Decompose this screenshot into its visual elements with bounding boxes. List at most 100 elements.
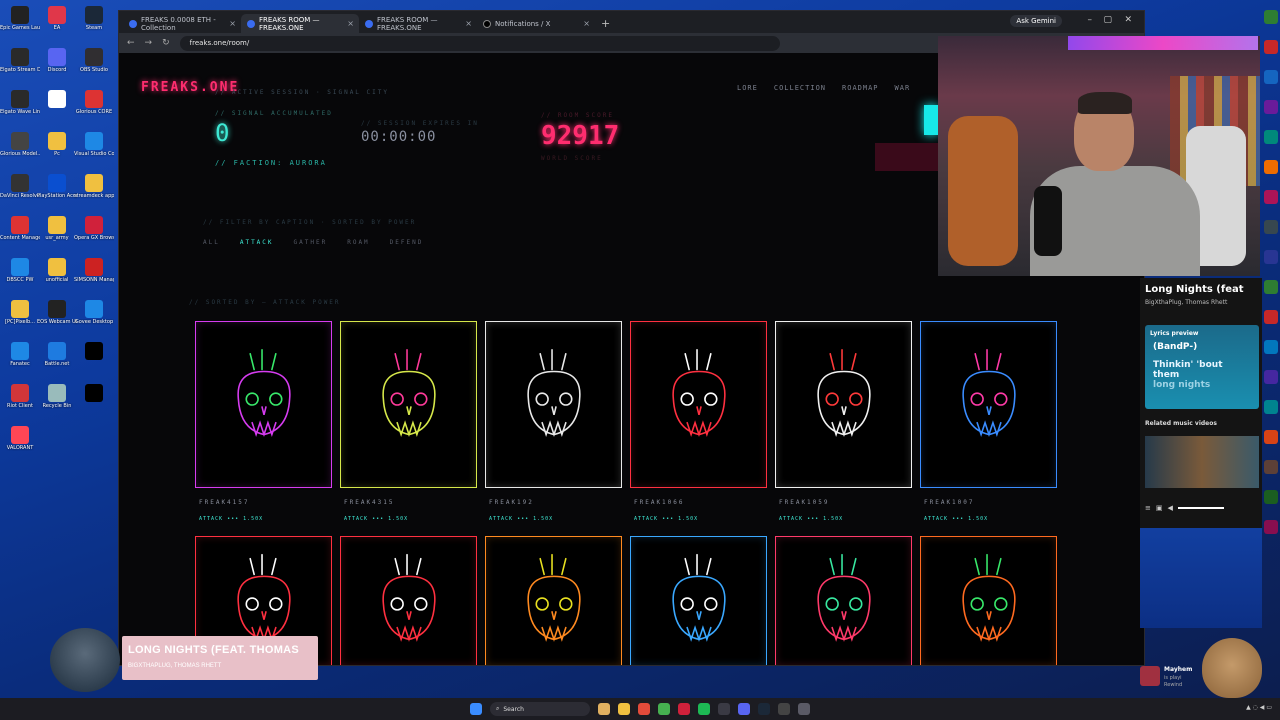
obs-icon[interactable] xyxy=(778,703,790,715)
desktop-icon[interactable]: Epic Games Launcher xyxy=(0,6,40,31)
freak-card[interactable] xyxy=(630,321,767,488)
desktop-icon[interactable]: Pc xyxy=(37,132,77,157)
filter-defend[interactable]: DEFEND xyxy=(390,239,424,246)
freak-card[interactable] xyxy=(775,536,912,665)
desktop-icon[interactable]: Govee Desktop xyxy=(74,300,114,325)
url-input[interactable]: freaks.one/room/ xyxy=(179,35,780,51)
taskbar-app-icon[interactable] xyxy=(1264,400,1278,414)
nav-war[interactable]: WAR xyxy=(895,84,911,92)
desktop-icon[interactable]: Steam xyxy=(74,6,114,31)
freak-card[interactable] xyxy=(485,321,622,488)
app-icon[interactable] xyxy=(658,703,670,715)
taskbar-app-icon[interactable] xyxy=(1264,370,1278,384)
desktop-icon[interactable]: EOS Webcam Utility Pro xyxy=(37,300,77,325)
discord-icon[interactable] xyxy=(738,703,750,715)
menu-icon[interactable]: ≡ xyxy=(1145,504,1151,512)
minimize-icon[interactable]: – xyxy=(1088,15,1093,25)
taskbar-app-icon[interactable] xyxy=(1264,520,1278,534)
start-icon[interactable] xyxy=(470,703,482,715)
desktop-icon[interactable]: Opera GX Browser xyxy=(74,216,114,241)
filter-roam[interactable]: ROAM xyxy=(347,239,369,246)
close-tab-icon[interactable]: × xyxy=(583,19,590,28)
volume-slider[interactable] xyxy=(1177,507,1224,509)
freak-card[interactable] xyxy=(340,321,477,488)
desktop-icon[interactable]: Fanatec xyxy=(0,342,40,367)
taskbar-app-icon[interactable] xyxy=(1264,190,1278,204)
close-tab-icon[interactable]: × xyxy=(347,19,354,28)
desktop-icon[interactable]: unofficial xyxy=(37,258,77,283)
taskbar-app-icon[interactable] xyxy=(1264,130,1278,144)
opera-icon[interactable] xyxy=(678,703,690,715)
desktop-icon[interactable]: Discord xyxy=(37,48,77,73)
desktop-icon[interactable]: SIMSONN Manager xyxy=(74,258,114,283)
close-window-icon[interactable]: ✕ xyxy=(1124,15,1132,25)
spotify-icon[interactable] xyxy=(698,703,710,715)
tab-notifications-x[interactable]: Notifications / X × xyxy=(477,14,595,33)
app-icon[interactable] xyxy=(798,703,810,715)
nav-lore[interactable]: LORE xyxy=(737,84,758,92)
taskbar-app-icon[interactable] xyxy=(1264,10,1278,24)
taskbar-app-icon[interactable] xyxy=(1264,280,1278,294)
freak-card[interactable] xyxy=(630,536,767,665)
reload-icon[interactable]: ↻ xyxy=(162,38,170,48)
desktop-icon[interactable]: Glorious Model... xyxy=(0,132,40,157)
desktop-icon[interactable] xyxy=(74,342,114,361)
taskbar-app-icon[interactable] xyxy=(1264,430,1278,444)
tab-freaks-room[interactable]: FREAKS ROOM — FREAKS.ONE × xyxy=(359,14,477,33)
close-tab-icon[interactable]: × xyxy=(465,19,472,28)
desktop-icon[interactable] xyxy=(74,384,114,403)
nav-collection[interactable]: COLLECTION xyxy=(774,84,826,92)
chrome-icon[interactable] xyxy=(638,703,650,715)
desktop-icon[interactable]: Battle.net xyxy=(37,342,77,367)
desktop-icon[interactable]: VALORANT xyxy=(0,426,40,451)
taskbar-app-icon[interactable] xyxy=(1264,40,1278,54)
taskbar-search[interactable]: ⌕ Search xyxy=(490,702,590,716)
forward-arrow-icon[interactable]: → xyxy=(145,38,153,48)
desktop-icon[interactable]: Elgato Stream Deck xyxy=(0,48,40,73)
steam-icon[interactable] xyxy=(758,703,770,715)
widgets-icon[interactable] xyxy=(598,703,610,715)
freak-card[interactable] xyxy=(920,536,1057,665)
taskbar-app-icon[interactable] xyxy=(1264,490,1278,504)
desktop-icon[interactable]: Riot Client xyxy=(0,384,40,409)
app-icon[interactable] xyxy=(718,703,730,715)
new-tab-button[interactable]: + xyxy=(595,17,616,33)
taskbar-app-icon[interactable] xyxy=(1264,340,1278,354)
taskbar-app-icon[interactable] xyxy=(1264,70,1278,84)
desktop-icon[interactable]: streamdeck app xyxy=(74,174,114,199)
related-video-thumbnail[interactable] xyxy=(1145,436,1259,488)
desktop-icon[interactable]: usr_army xyxy=(37,216,77,241)
taskbar-app-icon[interactable] xyxy=(1264,310,1278,324)
desktop-icon[interactable]: PlayStation Accessories xyxy=(37,174,77,199)
desktop-icon[interactable]: Elgato Wave Link xyxy=(0,90,40,115)
nav-roadmap[interactable]: ROADMAP xyxy=(842,84,879,92)
desktop-icon[interactable]: DBSCC PW xyxy=(0,258,40,283)
maximize-icon[interactable]: ▢ xyxy=(1103,15,1112,25)
lyrics-card[interactable]: Lyrics preview (BandP-) Thinkin' 'bout t… xyxy=(1145,325,1259,409)
tab-freaks-room-active[interactable]: FREAKS ROOM — FREAKS.ONE × xyxy=(241,14,359,33)
desktop-icon[interactable]: DaVinci Resolve xyxy=(0,174,40,199)
file-explorer-icon[interactable] xyxy=(618,703,630,715)
freak-card[interactable] xyxy=(775,321,912,488)
desktop-icon[interactable]: [PC]Pixelb... xyxy=(0,300,40,325)
desktop-icon[interactable]: Recycle Bin xyxy=(37,384,77,409)
taskbar-app-icon[interactable] xyxy=(1264,100,1278,114)
ask-gemini-button[interactable]: Ask Gemini xyxy=(1010,15,1062,27)
filter-all[interactable]: ALL xyxy=(203,239,220,246)
miniplayer-icon[interactable]: ▣ xyxy=(1156,504,1163,512)
desktop-icon[interactable] xyxy=(37,90,77,109)
desktop-icon[interactable]: OBS Studio xyxy=(74,48,114,73)
desktop-icon[interactable]: Glorious CORE xyxy=(74,90,114,115)
action-button[interactable] xyxy=(875,143,945,171)
desktop-icon[interactable]: EA xyxy=(37,6,77,31)
taskbar-app-icon[interactable] xyxy=(1264,220,1278,234)
filter-attack[interactable]: ATTACK xyxy=(240,239,274,246)
taskbar-app-icon[interactable] xyxy=(1264,460,1278,474)
desktop-icon[interactable]: Visual Studio Code xyxy=(74,132,114,157)
close-tab-icon[interactable]: × xyxy=(229,19,236,28)
filter-gather[interactable]: GATHER xyxy=(294,239,328,246)
taskbar-app-icon[interactable] xyxy=(1264,160,1278,174)
volume-icon[interactable]: ◀ xyxy=(1168,504,1173,512)
taskbar-app-icon[interactable] xyxy=(1264,250,1278,264)
freak-card[interactable] xyxy=(340,536,477,665)
